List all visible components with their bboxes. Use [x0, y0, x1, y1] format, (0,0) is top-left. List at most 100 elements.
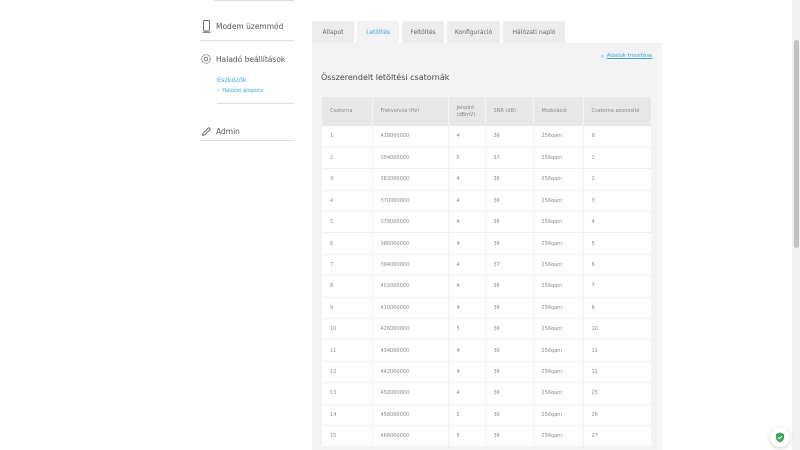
table-cell: 5 [583, 232, 651, 255]
table-cell: 256qam [533, 147, 584, 170]
table-cell: 36 [485, 382, 534, 405]
table-cell: 354000000 [372, 147, 449, 170]
table-row: 11 434000000 4 36 256qam 11 [322, 339, 651, 362]
column-header: Jelszint (dBmV) [448, 97, 486, 126]
chevron-right-icon: › [217, 87, 220, 94]
table-row: 4 370000000 4 36 256qam 3 [322, 190, 651, 213]
sidebar-top-divider [214, 0, 294, 1]
table-cell: 418000000 [372, 126, 449, 148]
table-cell: 9 [322, 297, 373, 320]
table-row: 3 362000000 4 36 256qam 2 [322, 168, 651, 191]
table-cell: 15 [322, 425, 373, 448]
column-header: SNR (dB) [485, 97, 534, 126]
sidebar-item-admin[interactable]: Admin [200, 124, 294, 138]
table-cell: 434000000 [372, 339, 449, 362]
table-cell: 36 [485, 339, 534, 362]
sidebar-divider [200, 140, 294, 141]
table-row: 12 442000000 4 36 256qam 12 [322, 361, 651, 384]
table-cell: 37 [485, 147, 534, 170]
table-cell: 4 [448, 232, 486, 255]
table-cell: 4 [448, 297, 486, 320]
table-cell: 4 [448, 254, 486, 277]
table-cell: 378000000 [372, 211, 449, 234]
table-cell: 1 [583, 147, 651, 170]
table-cell: 10 [583, 318, 651, 341]
table-cell: 2 [583, 168, 651, 191]
table-cell: 410000000 [372, 297, 449, 320]
tab-download[interactable]: Letöltés [357, 21, 399, 43]
table-cell: 4 [448, 126, 486, 148]
table-cell: 6 [322, 232, 373, 255]
table-cell: 8 [583, 297, 651, 320]
table-cell: 256qam [533, 361, 584, 384]
table-cell: 36 [485, 190, 534, 213]
column-header: Csatorna azonosító [583, 97, 651, 126]
sidebar-sub-divider [217, 103, 294, 104]
sidebar-item-advanced[interactable]: Haladó beállítások [200, 52, 294, 66]
table-cell: 394000000 [372, 254, 449, 277]
table-cell: 36 [485, 318, 534, 341]
table-cell: 256qam [533, 318, 584, 341]
table-cell: 13 [322, 382, 373, 405]
column-header: Frekvencia (Hz) [372, 97, 449, 126]
column-header: Moduláció [533, 97, 584, 126]
table-body: 1 418000000 4 36 256qam 9 2 354000000 5 37 256qam 1… [322, 126, 651, 448]
tab-network-log[interactable]: Hálózati napló [503, 21, 565, 43]
table-row: 13 450000000 4 36 256qam 25 [322, 382, 651, 405]
table-cell: 4 [448, 361, 486, 384]
table-cell: 36 [485, 425, 534, 448]
downstream-channels-table: Csatorna Frekvencia (Hz) Jelszint (dBmV)… [322, 97, 651, 448]
refresh-data-link[interactable]: › Adatok frissítése [601, 52, 652, 60]
table-cell: 25 [583, 382, 651, 405]
table-cell: 3 [583, 190, 651, 213]
table-cell: 256qam [533, 211, 584, 234]
sidebar-divider [200, 40, 294, 41]
table-cell: 256qam [533, 404, 584, 426]
table-cell: 5 [448, 404, 486, 426]
table-cell: 6 [583, 254, 651, 277]
table-cell: 256qam [533, 339, 584, 362]
table-cell: 370000000 [372, 190, 449, 213]
refresh-data-label: Adatok frissítése [606, 53, 653, 59]
sidebar-subitem-network-status[interactable]: › Hálózat állapota [217, 87, 263, 94]
table-row: 1 418000000 4 36 256qam 9 [322, 126, 651, 148]
table-cell: 256qam [533, 275, 584, 298]
table-header-row: Csatorna Frekvencia (Hz) Jelszint (dBmV)… [322, 97, 651, 126]
sidebar-item-modem-mode[interactable]: Modem üzemmód [200, 19, 294, 33]
table-cell: 4 [448, 275, 486, 298]
table-row: 5 378000000 4 36 256qam 4 [322, 211, 651, 234]
table-cell: 4 [448, 168, 486, 191]
page-title: Összerendelt letöltési csatornák [321, 73, 450, 82]
table-cell: 362000000 [372, 168, 449, 191]
table-cell: 5 [448, 147, 486, 170]
security-badge[interactable] [770, 427, 790, 447]
table-cell: 466000000 [372, 425, 449, 448]
table-cell: 36 [485, 297, 534, 320]
table-cell: 4 [322, 190, 373, 213]
table-row: 10 426000000 5 36 256qam 10 [322, 318, 651, 341]
table-cell: 3 [322, 168, 373, 191]
table-cell: 256qam [533, 168, 584, 191]
sidebar-item-label: Admin [216, 126, 240, 136]
table-cell: 4 [448, 382, 486, 405]
pencil-icon [200, 124, 212, 138]
table-cell: 36 [485, 275, 534, 298]
chevron-right-icon: › [601, 52, 604, 60]
table-cell: 12 [583, 361, 651, 384]
table-cell: 4 [448, 211, 486, 234]
table-cell: 426000000 [372, 318, 449, 341]
tab-upload[interactable]: Feltöltés [402, 21, 444, 43]
table-cell: 7 [322, 254, 373, 277]
table-cell: 8 [322, 275, 373, 298]
table-cell: 26 [583, 404, 651, 426]
tab-status[interactable]: Állapot [312, 21, 354, 43]
table-cell: 36 [485, 168, 534, 191]
table-cell: 458000000 [372, 404, 449, 426]
tab-configuration[interactable]: Konfiguráció [447, 21, 500, 43]
table-cell: 5 [448, 425, 486, 448]
sidebar-item-label: Modem üzemmód [216, 21, 284, 31]
table-cell: 27 [583, 425, 651, 448]
sidebar-subitem-devices[interactable]: Eszközök [217, 76, 247, 84]
scrollbar-thumb[interactable] [794, 40, 799, 248]
table-cell: 256qam [533, 254, 584, 277]
